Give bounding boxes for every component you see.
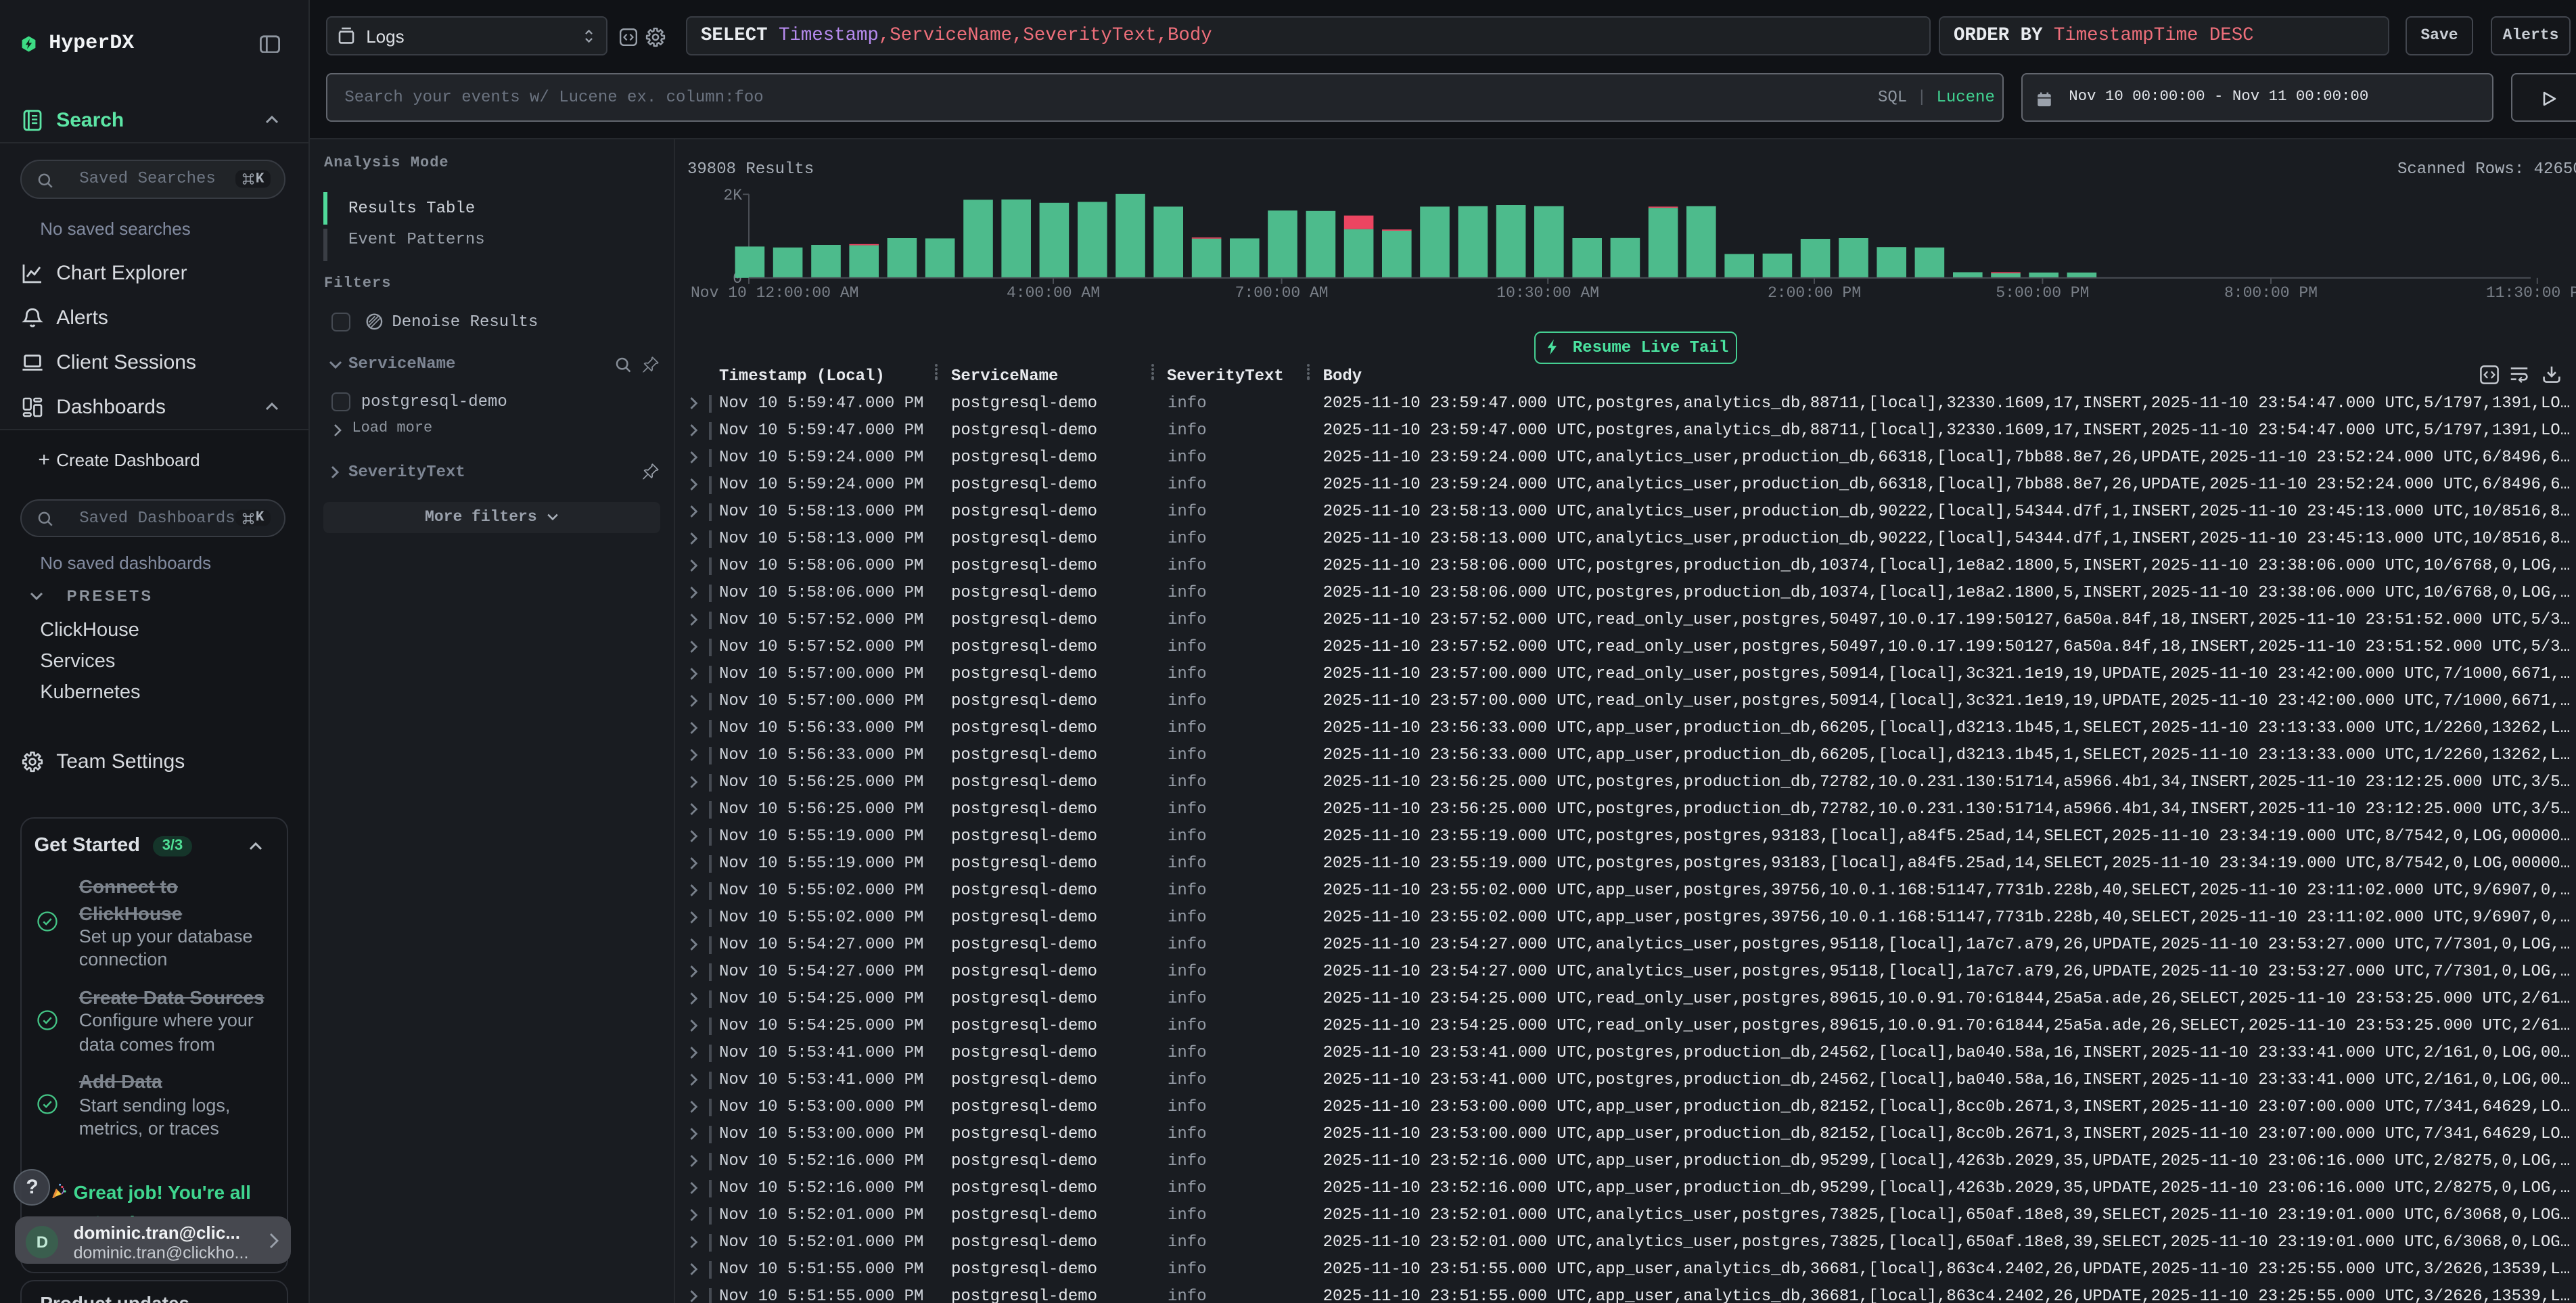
svg-text:7:00:00 AM: 7:00:00 AM [1235,284,1328,300]
svg-text:Nov 10 12:00:00 AM: Nov 10 12:00:00 AM [690,284,858,300]
svg-text:10:30:00 AM: 10:30:00 AM [1496,284,1598,300]
svg-text:4:00:00 AM: 4:00:00 AM [1006,284,1099,300]
svg-text:2:00:00 PM: 2:00:00 PM [1767,284,1860,300]
svg-text:11:30:00 PM: 11:30:00 PM [2485,284,2575,300]
svg-text:2K: 2K [722,187,741,204]
svg-text:8:00:00 PM: 8:00:00 PM [2224,284,2317,300]
svg-text:5:00:00 PM: 5:00:00 PM [1995,284,2088,300]
